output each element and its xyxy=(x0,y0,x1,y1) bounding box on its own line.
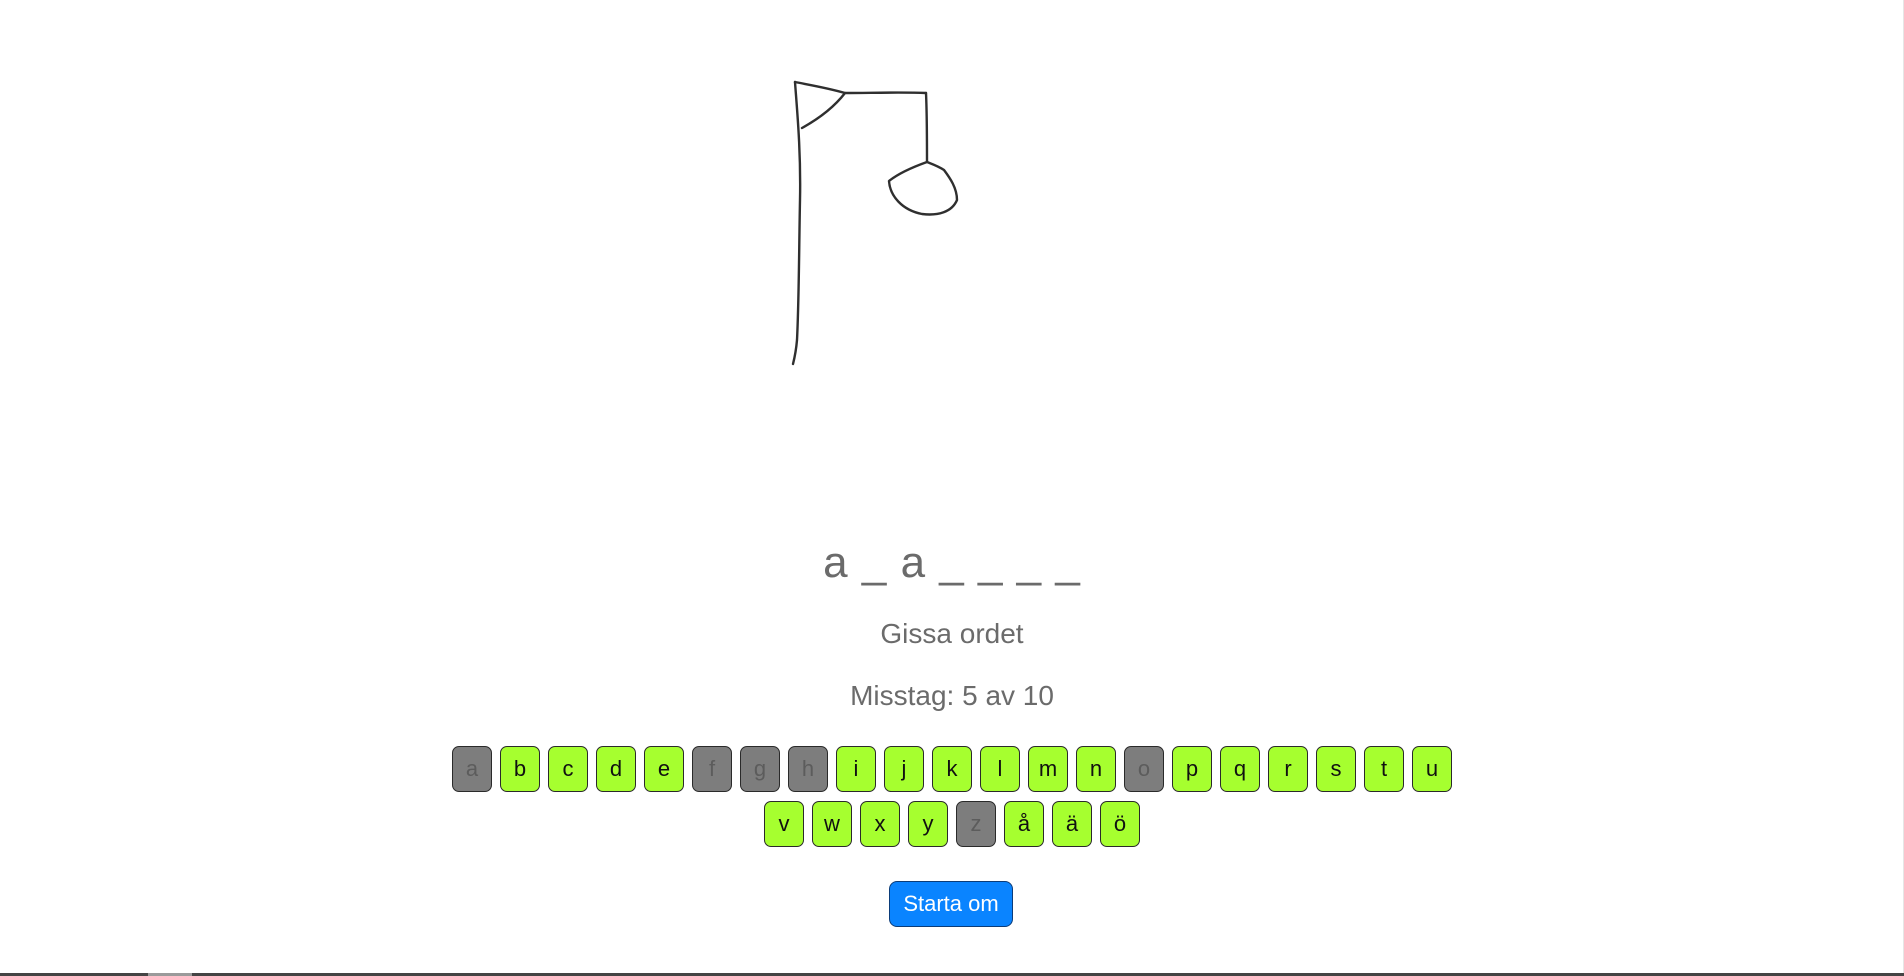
letter-key-f[interactable]: f xyxy=(692,746,732,792)
letter-key-ö[interactable]: ö xyxy=(1100,801,1140,847)
letter-key-h[interactable]: h xyxy=(788,746,828,792)
letter-key-t[interactable]: t xyxy=(1364,746,1404,792)
mistakes-counter: Misstag: 5 av 10 xyxy=(850,680,1054,711)
guess-prompt: Gissa ordet xyxy=(880,618,1024,649)
gallows-beam xyxy=(793,80,928,95)
letter-key-å[interactable]: å xyxy=(1004,801,1044,847)
letter-key-v[interactable]: v xyxy=(764,801,804,847)
letter-key-l[interactable]: l xyxy=(980,746,1020,792)
restart-button[interactable]: Starta om xyxy=(889,881,1013,927)
hangman-head xyxy=(887,160,959,216)
hangman-page: a _ a _ _ _ _ Gissa ordet Misstag: 5 av … xyxy=(0,0,1904,976)
letter-key-z[interactable]: z xyxy=(956,801,996,847)
letter-key-k[interactable]: k xyxy=(932,746,972,792)
letter-key-q[interactable]: q xyxy=(1220,746,1260,792)
letter-key-y[interactable]: y xyxy=(908,801,948,847)
letter-keyboard-row-2: vwxyzåäö xyxy=(0,801,1904,847)
letter-key-m[interactable]: m xyxy=(1028,746,1068,792)
letter-key-i[interactable]: i xyxy=(836,746,876,792)
letter-key-n[interactable]: n xyxy=(1076,746,1116,792)
letter-keyboard-row-1: abcdefghijklmnopqrstu xyxy=(0,746,1904,792)
gallows-rope xyxy=(924,91,929,164)
letter-key-b[interactable]: b xyxy=(500,746,540,792)
letter-key-c[interactable]: c xyxy=(548,746,588,792)
letter-key-w[interactable]: w xyxy=(812,801,852,847)
letter-key-e[interactable]: e xyxy=(644,746,684,792)
gallows-pole xyxy=(791,80,802,366)
letter-key-s[interactable]: s xyxy=(1316,746,1356,792)
word-display: a _ a _ _ _ _ xyxy=(823,538,1081,587)
hangman-drawing xyxy=(791,80,959,366)
letter-key-a[interactable]: a xyxy=(452,746,492,792)
letter-key-r[interactable]: r xyxy=(1268,746,1308,792)
letter-key-j[interactable]: j xyxy=(884,746,924,792)
letter-key-ä[interactable]: ä xyxy=(1052,801,1092,847)
gallows-brace xyxy=(800,91,847,130)
letter-key-x[interactable]: x xyxy=(860,801,900,847)
letter-key-o[interactable]: o xyxy=(1124,746,1164,792)
letter-key-u[interactable]: u xyxy=(1412,746,1452,792)
letter-key-d[interactable]: d xyxy=(596,746,636,792)
letter-key-g[interactable]: g xyxy=(740,746,780,792)
letter-key-p[interactable]: p xyxy=(1172,746,1212,792)
